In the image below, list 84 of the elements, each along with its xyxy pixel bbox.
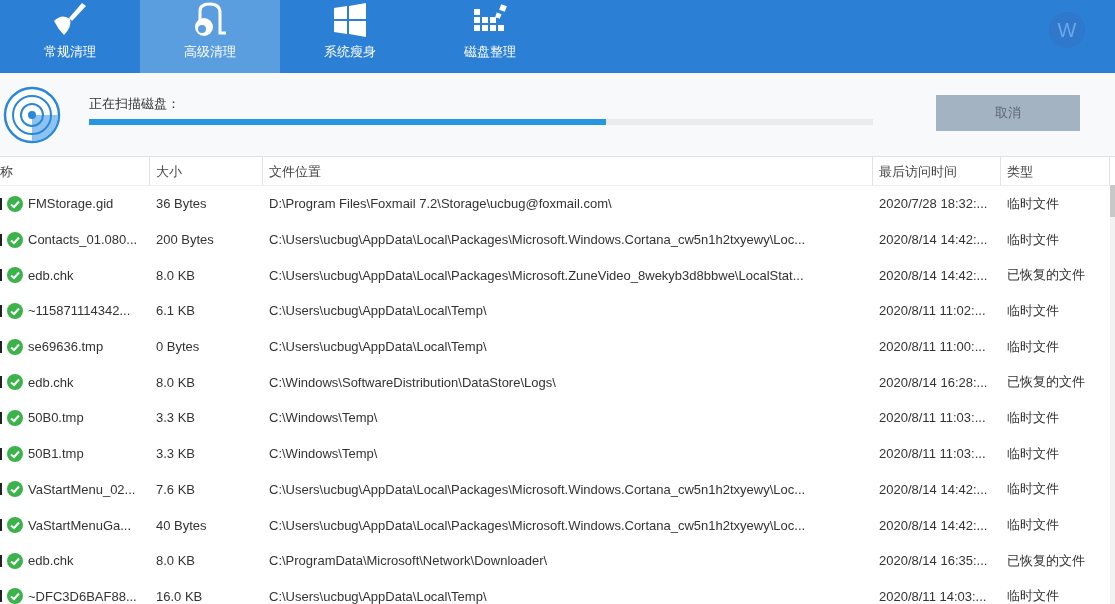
column-header[interactable]: 大小 <box>150 157 263 185</box>
file-name: se69636.tmp <box>28 339 104 355</box>
table-cell: 临时文件 <box>1007 195 1059 211</box>
column-header[interactable]: 最后访问时间 <box>873 157 1001 185</box>
table-cell: 8.0 KB <box>156 374 196 390</box>
check-circle-icon <box>7 481 23 498</box>
check-circle-icon <box>7 552 23 569</box>
table-cell: 8.0 KB <box>156 267 196 283</box>
table-cell: 已恢复的文件 <box>1007 267 1085 283</box>
column-header[interactable]: 称 <box>0 157 150 185</box>
check-circle-icon <box>7 302 23 319</box>
file-name: VaStartMenu_02... <box>28 481 136 497</box>
tab[interactable]: 高级清理 <box>140 0 280 73</box>
table-cell: 临时文件 <box>1007 588 1059 604</box>
table-cell: 2020/8/11 14:03:... <box>879 588 987 604</box>
table-cell: 2020/8/14 14:42:... <box>879 232 988 248</box>
table-cell: 2020/7/28 18:32:... <box>879 196 988 212</box>
table-cell: 临时文件 <box>1007 445 1059 461</box>
tab[interactable]: 磁盘整理 <box>420 0 560 73</box>
table-cell: 临时文件 <box>1007 517 1059 533</box>
table-cell: 3.3 KB <box>156 446 196 462</box>
table-cell: 已恢复的文件 <box>1007 552 1085 568</box>
check-circle-icon <box>7 409 23 426</box>
check-circle-icon <box>7 517 23 534</box>
column-header[interactable]: 类型 <box>1001 157 1110 185</box>
radar-icon <box>3 85 61 144</box>
table-cell: 临时文件 <box>1007 409 1059 425</box>
table-cell: 0 Bytes <box>156 339 200 355</box>
table-cell: 2020/8/14 14:42:... <box>879 517 988 533</box>
file-name: edb.chk <box>28 267 74 283</box>
file-name: VaStartMenuGa... <box>28 517 132 533</box>
table-cell: 临时文件 <box>1007 231 1059 247</box>
table-cell: 7.6 KB <box>156 481 196 497</box>
table-cell: 2020/8/14 16:28:... <box>879 374 988 390</box>
table-cell: C:\Users\ucbug\AppData\Local\Packages\Microsoft.Windows.Cortana_cw5n1h2txyewy\Loc... <box>269 481 806 497</box>
table-cell: 16.0 KB <box>156 588 203 604</box>
table-cell: 2020/8/14 16:35:... <box>879 553 988 569</box>
table-cell: 8.0 KB <box>156 553 196 569</box>
check-circle-icon <box>7 374 23 391</box>
table-cell: C:\Windows\Temp\ <box>269 446 378 462</box>
tab[interactable]: 系统瘦身 <box>280 0 420 73</box>
file-name: ~DFC3D6BAF88... <box>28 588 137 604</box>
file-name: 50B0.tmp <box>28 410 84 426</box>
file-name: 50B1.tmp <box>28 446 84 462</box>
check-circle-icon <box>7 267 23 284</box>
table-cell: 2020/8/11 11:02:... <box>879 303 986 319</box>
file-name: ~115871114342... <box>28 303 131 319</box>
table-cell: 40 Bytes <box>156 517 207 533</box>
table-cell: C:\Users\ucbug\AppData\Local\Packages\Microsoft.ZuneVideo_8wekyb3d8bbwe\LocalStat... <box>269 267 804 283</box>
table-cell: C:\Users\ucbug\AppData\Local\Packages\Microsoft.Windows.Cortana_cw5n1h2txyewy\Loc... <box>269 232 806 248</box>
table-cell: 2020/8/11 11:03:... <box>879 446 986 462</box>
table-cell: 2020/8/14 14:42:... <box>879 481 988 497</box>
table-cell: C:\Windows\SoftwareDistribution\DataStore\Logs\ <box>269 374 556 390</box>
column-header[interactable]: 文件位置 <box>263 157 873 185</box>
table-cell: 36 Bytes <box>156 196 207 212</box>
table-cell: 200 Bytes <box>156 232 214 248</box>
table-cell: 临时文件 <box>1007 338 1059 354</box>
table-cell: 2020/8/14 14:42:... <box>879 267 988 283</box>
scan-status-label: 正在扫描磁盘： <box>89 94 181 113</box>
table-cell: D:\Program Files\Foxmail 7.2\Storage\ucbug@foxmail.com\ <box>269 196 612 212</box>
table-cell: C:\Users\ucbug\AppData\Local\Temp\ <box>269 339 487 355</box>
table-cell: C:\ProgramData\Microsoft\Network\Downloader\ <box>269 553 548 569</box>
windows-icon <box>332 3 368 37</box>
table-cell: 6.1 KB <box>156 303 196 319</box>
table-cell: C:\Windows\Temp\ <box>269 410 378 426</box>
file-name: FMStorage.gid <box>28 196 114 212</box>
table-cell: C:\Users\ucbug\AppData\Local\Temp\ <box>269 588 487 604</box>
file-name: edb.chk <box>28 374 74 390</box>
check-circle-icon <box>7 231 23 248</box>
table-cell: C:\Users\ucbug\AppData\Local\Packages\Microsoft.Windows.Cortana_cw5n1h2txyewy\Loc... <box>269 517 806 533</box>
table-cell: C:\Users\ucbug\AppData\Local\Temp\ <box>269 303 487 319</box>
file-name: Contacts_01.080... <box>28 232 138 248</box>
tab[interactable]: 常规清理 <box>0 0 140 73</box>
table-cell: 2020/8/11 11:00:... <box>879 339 986 355</box>
table-cell: 临时文件 <box>1007 481 1059 497</box>
table-cell: 3.3 KB <box>156 410 196 426</box>
file-name: edb.chk <box>28 553 74 569</box>
check-circle-icon <box>7 195 23 212</box>
check-circle-icon <box>7 338 23 355</box>
table-cell: 临时文件 <box>1007 302 1059 318</box>
check-circle-icon <box>7 445 23 462</box>
table-cell: 已恢复的文件 <box>1007 374 1085 390</box>
table-cell: 2020/8/11 11:03:... <box>879 410 986 426</box>
scrollbar-thumb[interactable] <box>1110 185 1115 217</box>
